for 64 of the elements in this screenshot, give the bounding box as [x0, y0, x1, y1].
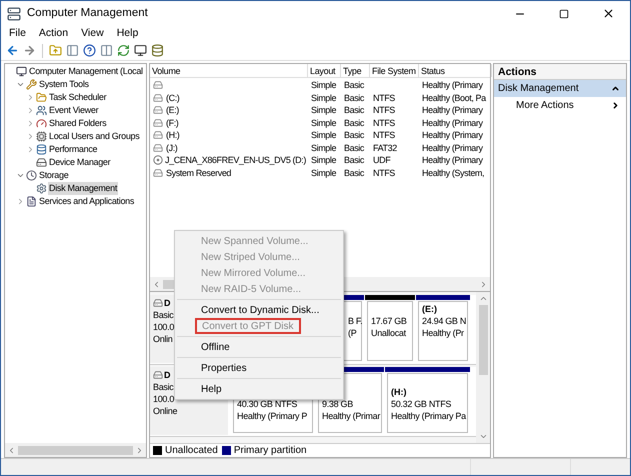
table-cell: NTFS — [373, 92, 395, 104]
disk-label-text: Onlin — [153, 333, 173, 345]
disk-label-text: Basic — [153, 309, 174, 321]
partition-text: Healthy (Primary Pa — [391, 410, 466, 422]
table-cell: Simple — [311, 129, 336, 142]
disk-label-text: Basic — [153, 381, 174, 393]
partition-text: Healthy (Primar — [322, 410, 380, 422]
table-cell: Healthy (Primary — [422, 79, 483, 92]
table-cell: Simple — [311, 92, 336, 104]
drive-letter: (H:) — [391, 386, 406, 398]
partition-text: 17.67 GB — [371, 315, 408, 327]
table-cell: Simple — [311, 142, 336, 154]
table-cell: (F:) — [166, 116, 178, 129]
partition-text: Unallocat — [371, 327, 407, 339]
table-cell: Simple — [311, 104, 336, 116]
partition-text: (P — [348, 327, 358, 339]
table-cell: Simple — [311, 154, 336, 166]
table-cell: (H:) — [166, 129, 180, 142]
partition-text: 50.32 GB NTFS — [391, 398, 452, 410]
table-cell: Healthy (System, — [422, 166, 484, 179]
table-cell: Healthy (Primary — [422, 104, 483, 116]
disk-label-text: Online — [153, 405, 178, 417]
table-cell: Simple — [311, 166, 336, 179]
table-cell: Basic — [344, 129, 364, 142]
partition-text: B F. — [348, 315, 360, 327]
window-title: Computer Management — [27, 6, 148, 21]
table-cell: Healthy (Primary — [422, 116, 483, 129]
table-cell: Basic — [344, 104, 364, 116]
table-cell: Simple — [311, 116, 336, 129]
table-cell: NTFS — [373, 104, 395, 116]
partition-text: 9.38 GB — [322, 398, 354, 410]
table-cell: (J:) — [166, 142, 178, 154]
table-cell: Simple — [311, 79, 336, 92]
table-cell: NTFS — [373, 166, 395, 179]
table-cell: FAT32 — [373, 142, 397, 154]
table-cell: UDF — [373, 154, 390, 166]
table-cell: Basic — [344, 92, 364, 104]
actions-header: Actions — [494, 64, 626, 80]
table-cell: System Reserved — [166, 166, 232, 179]
table-cell: Basic — [344, 166, 364, 179]
table-cell: Basic — [344, 154, 364, 166]
table-cell: Healthy (Primary — [422, 129, 483, 142]
table-cell: Basic — [344, 142, 364, 154]
disk-label-text: D — [164, 297, 170, 309]
table-cell: NTFS — [373, 129, 395, 142]
table-cell: Basic — [344, 116, 364, 129]
table-cell: Basic — [344, 79, 364, 92]
partition-text: Healthy (Primary P — [237, 410, 308, 422]
partition-text: Healthy (Pr — [422, 327, 465, 339]
table-cell: Healthy (Primary — [422, 142, 483, 154]
table-cell: Healthy (Primary — [422, 154, 483, 166]
table-cell: J_CENA_X86FREV_EN-US_DV5 (D:) — [165, 154, 306, 166]
partition-text: 24.94 GB N — [422, 315, 466, 327]
table-cell: (C:) — [166, 92, 180, 104]
partition-text: 40.30 GB NTFS — [237, 398, 298, 410]
table-cell: (E:) — [166, 104, 179, 116]
drive-letter: (E:) — [422, 303, 437, 315]
disk-label-text: 100.0 — [153, 393, 174, 405]
legend-label: Unallocated — [165, 444, 218, 458]
table-cell: Healthy (Boot, Pa — [422, 92, 486, 104]
legend-label: Primary partition — [234, 444, 307, 458]
disk-label-text: D — [164, 369, 170, 381]
table-cell: NTFS — [373, 116, 395, 129]
disk-label-text: 100.0 — [153, 321, 174, 333]
